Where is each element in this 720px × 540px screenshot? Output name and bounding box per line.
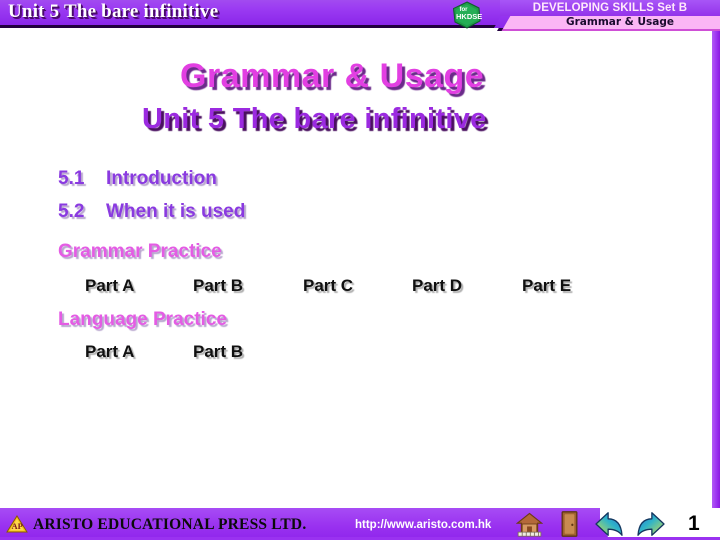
toc-label-5-2: When it is used (106, 201, 246, 222)
exit-door-icon[interactable] (560, 511, 579, 537)
slide-root: Unit 5 The bare infinitive DEVELOPING SK… (0, 0, 720, 540)
grammar-practice-part-c[interactable]: Part C (303, 276, 353, 296)
page-title: Grammar & Usage (180, 57, 485, 95)
header-unit-title: Unit 5 The bare infinitive (8, 1, 219, 22)
toc-item-5-2[interactable]: 5.2 When it is used (58, 201, 245, 223)
right-edge-inner-gap (709, 31, 712, 511)
home-icon[interactable] (516, 511, 543, 537)
grammar-practice-part-a[interactable]: Part A (85, 276, 134, 296)
right-edge-strip (712, 31, 720, 540)
aristo-logo-icon: AP (6, 515, 28, 533)
heading-grammar-practice: Grammar Practice (58, 241, 222, 262)
hkdse-badge-hkdse: HKDSE (456, 12, 482, 21)
language-practice-part-a[interactable]: Part A (85, 342, 134, 362)
header-subtitle: Grammar & Usage (566, 16, 674, 28)
next-arrow-icon[interactable] (636, 511, 666, 537)
slide-footer: AP ARISTO EDUCATIONAL PRESS LTD. http://… (0, 508, 720, 540)
toc-number-5-1: 5.1 (58, 168, 85, 189)
language-practice-part-b[interactable]: Part B (193, 342, 243, 362)
publisher-url[interactable]: http://www.aristo.com.hk (355, 519, 491, 531)
slide-header: Unit 5 The bare infinitive DEVELOPING SK… (0, 0, 720, 31)
page-number: 1 (688, 512, 700, 535)
header-series-title: DEVELOPING SKILLS Set B (532, 2, 688, 14)
toc-item-5-1[interactable]: 5.1 Introduction (58, 168, 217, 190)
publisher-name: ARISTO EDUCATIONAL PRESS LTD. (33, 516, 307, 533)
slide-content: Grammar & Usage Unit 5 The bare infiniti… (0, 31, 709, 491)
toc-label-5-1: Introduction (106, 168, 217, 189)
hkdse-badge-icon: for HKDSE (452, 1, 482, 29)
toc-number-5-2: 5.2 (58, 201, 85, 222)
heading-language-practice: Language Practice (58, 309, 227, 330)
grammar-practice-part-d[interactable]: Part D (412, 276, 462, 296)
aristo-logo-letters: AP (12, 521, 23, 531)
page-subtitle: Unit 5 The bare infinitive (142, 103, 487, 135)
grammar-practice-part-e[interactable]: Part E (522, 276, 571, 296)
grammar-practice-part-b[interactable]: Part B (193, 276, 243, 296)
previous-arrow-icon[interactable] (594, 511, 624, 537)
